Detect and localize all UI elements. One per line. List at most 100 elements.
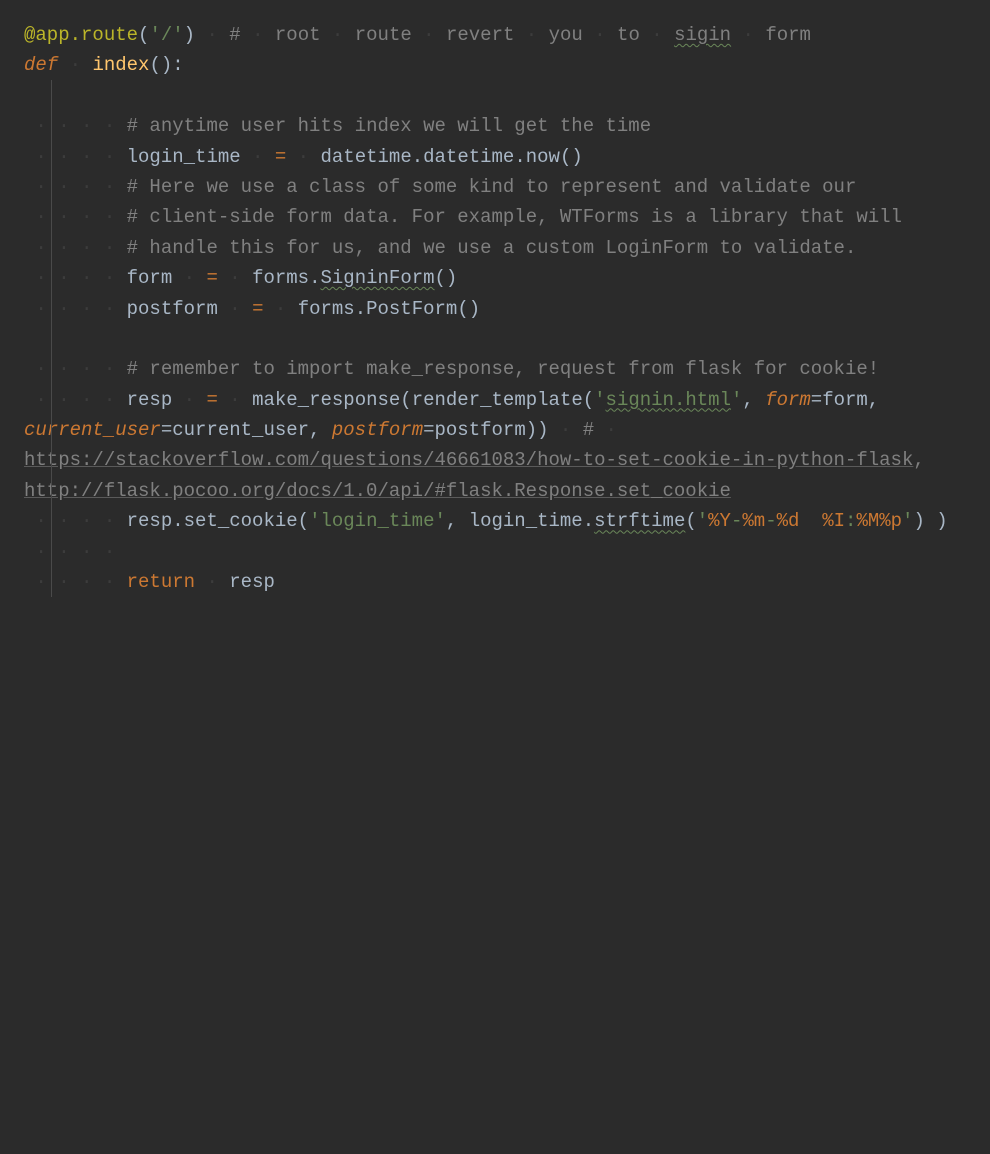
whitespace-dot: · · · · [24,206,127,228]
expression-suffix: () [435,267,458,289]
indent-guide [51,80,52,597]
decorator: @app [24,24,70,46]
code-line-7[interactable]: · · · · # handle this for us, and we use… [24,233,970,263]
expression: forms.PostForm() [298,298,480,320]
string-space [799,510,822,532]
format-code: %d [777,510,800,532]
whitespace-dot: · · · · [24,267,127,289]
function-name: index [92,54,149,76]
whitespace-dot: · · · · [24,389,127,411]
paren: ( [685,510,696,532]
expression: resp.set_cookie( [127,510,309,532]
value: current_user, [172,419,332,441]
whitespace-dot: · [286,146,320,168]
comment: # anytime user hits index we will get th… [127,115,652,137]
whitespace-dot: · [172,389,206,411]
whitespace-dot: · [195,24,229,46]
format-code: %M%p [856,510,902,532]
string-colon: : [845,510,856,532]
comment-link[interactable]: http://flask.pocoo.org/docs/1.0/api/#fla… [24,480,731,502]
variable: form [127,267,173,289]
decorator-dot: . [70,24,81,46]
whitespace-dot: · [58,54,92,76]
whitespace-dot: · · · · [24,115,127,137]
comment: revert [446,24,514,46]
class-name-typo: SigninForm [321,267,435,289]
code-line-blank[interactable] [24,81,970,111]
code-line-12[interactable]: · · · · resp.set_cookie('login_time', lo… [24,506,970,536]
whitespace-dot: · [640,24,674,46]
comment-link[interactable]: https://stackoverflow.com/questions/4666… [24,449,913,471]
code-line-8[interactable]: · · · · form · = · forms.SigninForm() [24,263,970,293]
variable: postform [127,298,218,320]
whitespace-dot: · · · · [24,146,127,168]
method-typo: strftime [594,510,685,532]
paren: ) [184,24,195,46]
whitespace-dot: · [263,298,297,320]
code-line-4[interactable]: · · · · login_time · = · datetime.dateti… [24,142,970,172]
comment-hash: # [583,419,594,441]
comment: form [765,24,811,46]
equals: = [423,419,434,441]
code-line-blank-warn[interactable]: · · · · [24,537,970,567]
code-line-9[interactable]: · · · · postform · = · forms.PostForm() [24,294,970,324]
string: '/' [149,24,183,46]
kwarg: form [765,389,811,411]
code-line-blank[interactable] [24,324,970,354]
code-line-10[interactable]: · · · · # remember to import make_respon… [24,354,970,384]
whitespace-dot: · [218,298,252,320]
code-line-1[interactable]: @app.route('/') · # · root · route · rev… [24,20,970,50]
whitespace-dot: · [218,389,252,411]
string-dash: - [765,510,776,532]
variable: login_time [127,146,241,168]
kwarg: current_user [24,419,161,441]
whitespace-dot: · · · · [24,237,127,259]
comment: # handle this for us, and we use a custo… [127,237,857,259]
comment: root [275,24,321,46]
operator-equals: = [206,389,217,411]
keyword-return: return [127,571,195,593]
string: 'login_time' [309,510,446,532]
kwarg: postform [332,419,423,441]
comment-hash: # [229,24,240,46]
operator-equals: = [206,267,217,289]
expression: make_response(render_template( [252,389,594,411]
code-editor[interactable]: @app.route('/') · # · root · route · rev… [24,20,970,597]
comment: # client-side form data. For example, WT… [127,206,902,228]
comment: # Here we use a class of some kind to re… [127,176,857,198]
code-line-3[interactable]: · · · · # anytime user hits index we wil… [24,111,970,141]
whitespace-dot: · · · · [24,571,127,593]
comment: you [549,24,583,46]
comment: route [355,24,412,46]
code-line-6[interactable]: · · · · # client-side form data. For exa… [24,202,970,232]
keyword-def: def [24,54,58,76]
paren-colon: (): [149,54,183,76]
string-quote: ' [594,389,605,411]
whitespace-dot: · [583,24,617,46]
equals: = [811,389,822,411]
whitespace-dot: · [241,24,275,46]
operator-equals: = [252,298,263,320]
code-line-2[interactable]: def · index(): [24,50,970,80]
whitespace-dot: · · · · [24,358,127,380]
whitespace-dot: · · · · [24,541,127,563]
string-dash: - [731,510,742,532]
code-line-13[interactable]: · · · · return · resp [24,567,970,597]
whitespace-dot: · [731,24,765,46]
string-quote: ' [902,510,913,532]
comment: # remember to import make_response, requ… [127,358,880,380]
value: form, [822,389,890,411]
paren: ( [138,24,149,46]
decorator-route: route [81,24,138,46]
whitespace-dot: · [218,267,252,289]
comment: to [617,24,640,46]
paren-close: ) ) [913,510,947,532]
whitespace-dot: · [514,24,548,46]
code-line-11[interactable]: · · · · resp · = · make_response(render_… [24,385,970,507]
whitespace-dot: · [412,24,446,46]
comma: , [742,389,765,411]
format-code: %Y [708,510,731,532]
expression: , login_time. [446,510,594,532]
whitespace-dot: · [195,571,229,593]
code-line-5[interactable]: · · · · # Here we use a class of some ki… [24,172,970,202]
